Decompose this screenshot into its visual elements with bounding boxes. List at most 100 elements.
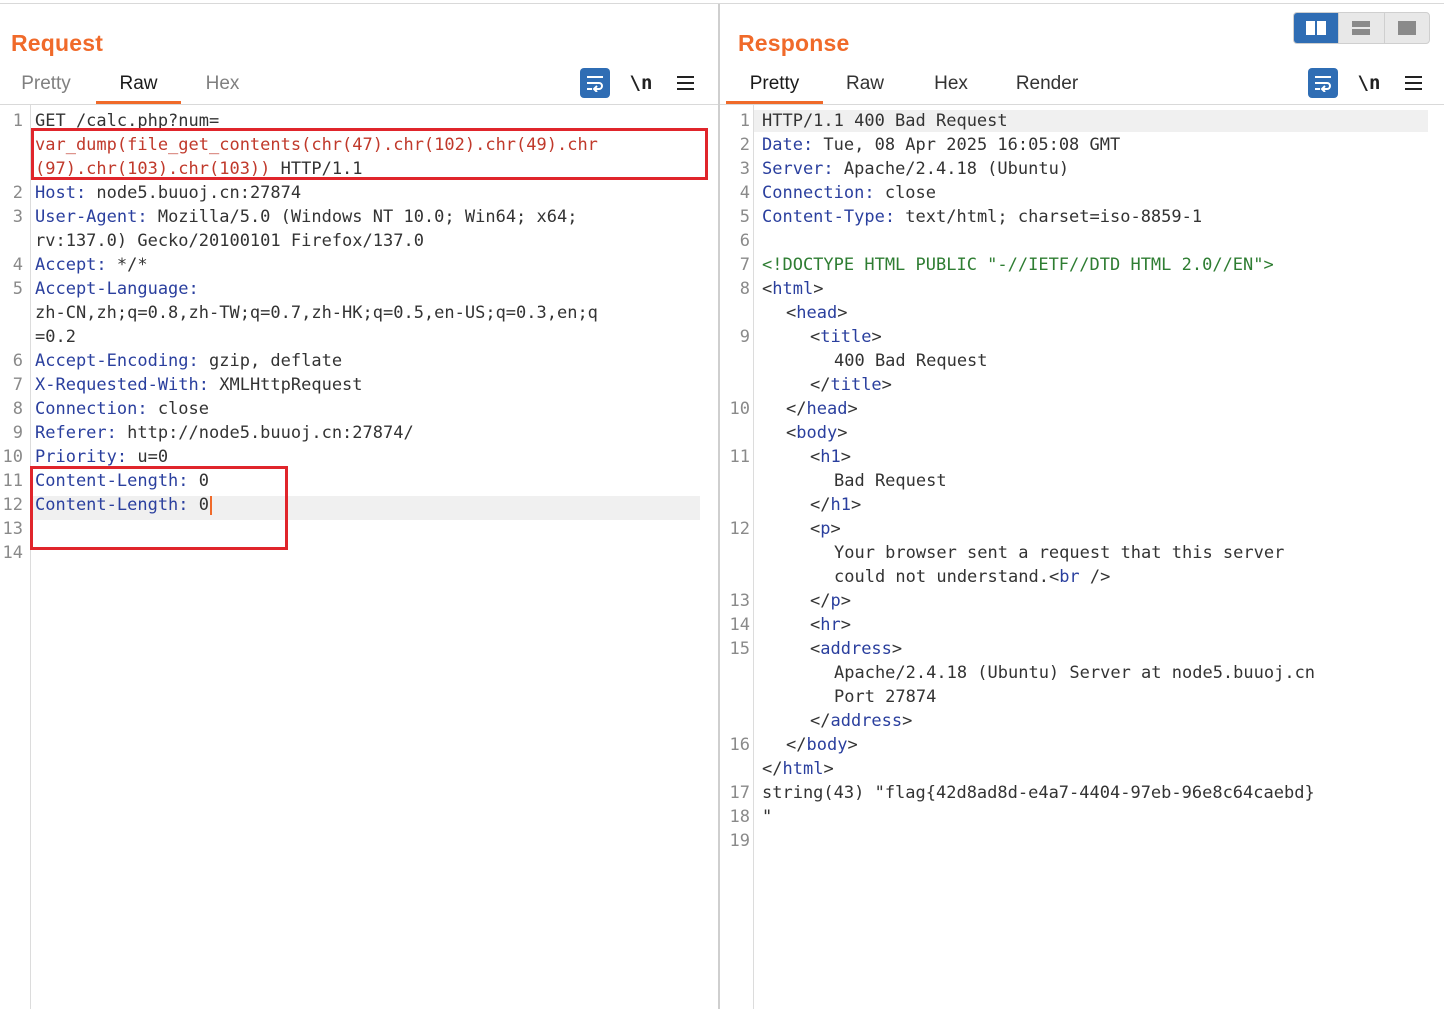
code-token: Server: xyxy=(762,159,834,179)
code-line: Your browser sent a request that this se… xyxy=(834,541,1284,565)
code-token: </ xyxy=(810,495,831,515)
line-number xyxy=(720,709,750,733)
response-title: Response xyxy=(738,30,850,56)
code-token: h1 xyxy=(820,447,841,467)
code-line: Accept-Language: xyxy=(35,277,199,301)
code-token: > xyxy=(840,591,851,611)
line-number xyxy=(720,421,750,445)
response-tab-hex[interactable]: Hex xyxy=(930,72,972,104)
show-newlines-button[interactable]: \n xyxy=(626,68,656,98)
request-tab-pretty[interactable]: Pretty xyxy=(18,72,74,104)
line-number: 15 xyxy=(729,639,750,659)
code-token: < xyxy=(810,615,821,635)
code-token: HTTP/1.1 400 Bad Request xyxy=(762,111,1008,131)
response-tab-pretty[interactable]: Pretty xyxy=(726,72,823,104)
code-line: <body> xyxy=(786,421,847,445)
line-number: 14 xyxy=(2,543,23,563)
line-number: 11 xyxy=(2,471,23,491)
code-token: < xyxy=(810,447,821,467)
code-token: Date: xyxy=(762,135,814,155)
line-number: 1 xyxy=(12,111,23,131)
code-token: address xyxy=(820,639,892,659)
show-newlines-button[interactable]: \n xyxy=(1354,68,1384,98)
code-token: address xyxy=(830,711,903,731)
line-number: 3 xyxy=(12,207,23,227)
request-tabs-rule xyxy=(0,104,718,105)
code-token: title xyxy=(820,327,872,347)
line-number: 2 xyxy=(12,183,23,203)
code-line: Date: Tue, 08 Apr 2025 16:05:08 GMT xyxy=(762,133,1120,157)
line-number xyxy=(0,157,23,181)
line-number: 2 xyxy=(739,135,750,155)
line-number: 6 xyxy=(739,231,750,251)
code-line: <title> xyxy=(810,325,882,349)
code-token: < xyxy=(786,303,797,323)
line-number: 8 xyxy=(739,279,750,299)
code-token: > xyxy=(847,399,858,419)
line-number: 12 xyxy=(729,519,750,539)
line-number: 4 xyxy=(12,255,23,275)
code-token: h1 xyxy=(830,495,851,515)
code-token: gzip, deflate xyxy=(198,351,343,371)
code-token: br xyxy=(1059,567,1080,587)
code-token: > xyxy=(840,447,851,467)
code-token: Mozilla/5.0 (Windows NT 10.0; Win64; x64… xyxy=(147,207,578,227)
annotation-box-payload xyxy=(31,128,708,180)
code-line: User-Agent: Mozilla/5.0 (Windows NT 10.0… xyxy=(35,205,577,229)
code-token: </ xyxy=(810,711,831,731)
code-token: hr xyxy=(820,615,841,635)
line-number: 4 xyxy=(739,183,750,203)
code-token: /> xyxy=(1079,567,1111,587)
code-token: string(43) "flag{42d8ad8d-e4a7-4404-97eb… xyxy=(762,783,1315,803)
request-tab-raw[interactable]: Raw xyxy=(96,72,181,104)
line-number xyxy=(0,229,23,253)
code-line: Referer: http://node5.buuoj.cn:27874/ xyxy=(35,421,414,445)
response-pane: Response Pretty Raw Hex Render \n 123456… xyxy=(720,4,1444,1009)
line-number: 3 xyxy=(739,159,750,179)
request-title: Request xyxy=(11,30,104,56)
code-token: > xyxy=(837,303,848,323)
line-number xyxy=(720,349,750,373)
line-number xyxy=(720,565,750,589)
code-token: > xyxy=(840,615,851,635)
code-token: head xyxy=(796,303,838,323)
hamburger-menu-icon[interactable] xyxy=(1398,68,1428,98)
line-number: 17 xyxy=(729,783,750,803)
word-wrap-icon[interactable] xyxy=(1308,68,1338,98)
code-token: > xyxy=(847,735,858,755)
code-token: Apache/2.4.18 (Ubuntu) xyxy=(833,159,1070,179)
hamburger-menu-icon[interactable] xyxy=(670,68,700,98)
line-number xyxy=(0,133,23,157)
response-tab-render[interactable]: Render xyxy=(1012,72,1082,104)
line-number: 9 xyxy=(12,423,23,443)
code-token: 400 Bad Request xyxy=(834,351,988,371)
code-token: body xyxy=(806,735,848,755)
code-token: title xyxy=(830,375,882,395)
code-token: User-Agent: xyxy=(35,207,148,227)
code-line: Server: Apache/2.4.18 (Ubuntu) xyxy=(762,157,1069,181)
code-token: > xyxy=(881,375,892,395)
line-number xyxy=(0,301,23,325)
code-line: =0.2 xyxy=(35,325,76,349)
code-token: > xyxy=(891,639,903,659)
code-token: < xyxy=(762,279,773,299)
code-token: Accept-Language: xyxy=(35,279,199,299)
code-line: <hr> xyxy=(810,613,851,637)
annotation-box-content-length xyxy=(30,466,288,550)
code-token: Connection: xyxy=(35,399,148,419)
code-line: Accept-Encoding: gzip, deflate xyxy=(35,349,342,373)
word-wrap-icon[interactable] xyxy=(580,68,610,98)
code-line: " xyxy=(762,805,772,829)
code-token: > xyxy=(902,711,913,731)
code-token: =0.2 xyxy=(35,327,76,347)
line-number: 13 xyxy=(729,591,750,611)
code-line: string(43) "flag{42d8ad8d-e4a7-4404-97eb… xyxy=(762,781,1315,805)
response-tab-raw[interactable]: Raw xyxy=(844,72,886,104)
line-number: 18 xyxy=(729,807,750,827)
request-tab-hex[interactable]: Hex xyxy=(200,72,245,104)
code-line: X-Requested-With: XMLHttpRequest xyxy=(35,373,363,397)
line-number: 7 xyxy=(739,255,750,275)
line-number xyxy=(720,661,750,685)
line-number: 7 xyxy=(12,375,23,395)
line-number xyxy=(720,757,750,781)
